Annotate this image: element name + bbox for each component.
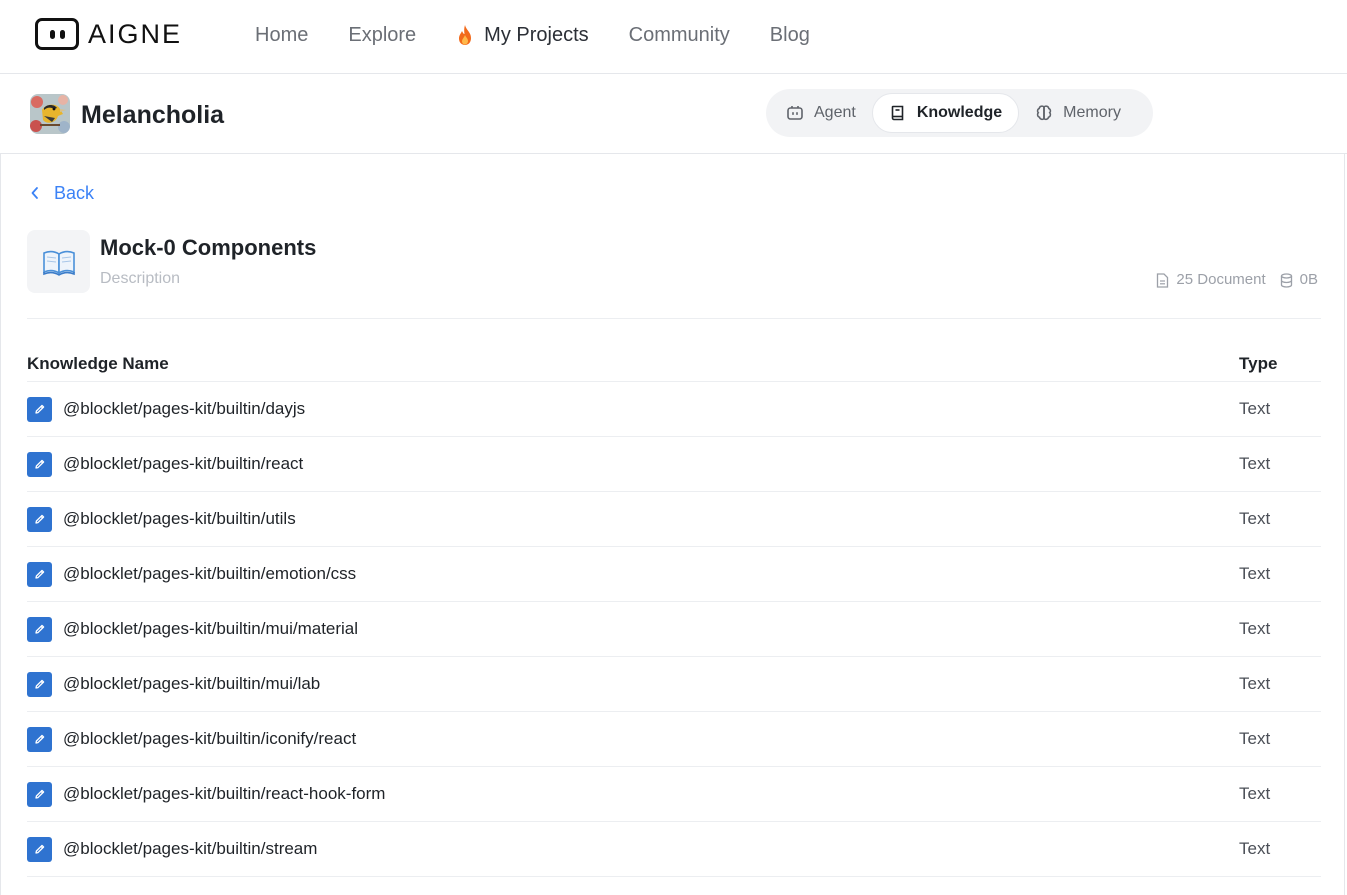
knowledge-name: @blocklet/pages-kit/builtin/utils <box>63 509 296 528</box>
table-row[interactable]: @blocklet/pages-kit/builtin/emotion/css T… <box>27 547 1321 602</box>
edit-icon[interactable] <box>27 451 52 477</box>
nav-home[interactable]: Home <box>255 21 308 49</box>
database-icon <box>1280 272 1292 288</box>
chevron-left-icon <box>31 187 38 199</box>
aigne-logo[interactable]: AIGNE <box>35 18 182 50</box>
table-row[interactable]: @blocklet/pages-kit/builtin/stream Text <box>27 822 1321 877</box>
knowledge-type: Text <box>1239 784 1271 803</box>
knowledge-table: Knowledge Name Type @blocklet/pages-kit/… <box>27 346 1321 877</box>
knowledge-type: Text <box>1239 399 1271 418</box>
tab-memory-label: Memory <box>1063 104 1121 121</box>
knowledge-name: @blocklet/pages-kit/builtin/mui/lab <box>63 674 321 693</box>
tab-agent-label: Agent <box>814 104 856 121</box>
knowledge-name: @blocklet/pages-kit/builtin/react-hook-f… <box>63 784 386 803</box>
tab-knowledge-label: Knowledge <box>916 104 1003 121</box>
edit-icon[interactable] <box>27 506 52 532</box>
edit-icon[interactable] <box>27 781 52 807</box>
table-body: @blocklet/pages-kit/builtin/dayjs Text @bl… <box>27 382 1321 877</box>
table-row[interactable]: @blocklet/pages-kit/builtin/react-hook-f… <box>27 767 1321 822</box>
nav-blog[interactable]: Blog <box>770 21 810 49</box>
column-header-type: Type <box>1239 353 1278 373</box>
storage-size-label: 0B <box>1299 271 1318 288</box>
column-header-name: Knowledge Name <box>27 353 169 373</box>
table-row[interactable]: @blocklet/pages-kit/builtin/react Text <box>27 437 1321 492</box>
document-count-label: 25 Document <box>1176 271 1266 288</box>
edit-icon[interactable] <box>27 616 52 642</box>
brain-icon <box>1036 105 1052 121</box>
knowledge-stats: 25 Document 0B <box>1142 270 1318 290</box>
knowledge-name: @blocklet/pages-kit/builtin/mui/material <box>63 619 359 638</box>
divider <box>27 318 1321 319</box>
agent-icon <box>787 106 803 120</box>
knowledge-type: Text <box>1239 729 1271 748</box>
document-count: 25 Document <box>1156 270 1266 290</box>
flame-icon <box>459 25 472 45</box>
open-book-icon <box>27 230 90 293</box>
edit-icon[interactable] <box>27 561 52 587</box>
knowledge-name: @blocklet/pages-kit/builtin/dayjs <box>63 399 306 418</box>
table-row[interactable]: @blocklet/pages-kit/builtin/iconify/reac… <box>27 712 1321 767</box>
table-row[interactable]: @blocklet/pages-kit/builtin/mui/material… <box>27 602 1321 657</box>
edit-icon[interactable] <box>27 396 52 422</box>
document-icon <box>1157 272 1169 288</box>
knowledge-title: Mock-0 Components <box>100 235 317 260</box>
nav-my-projects[interactable]: My Projects <box>456 21 589 49</box>
tab-knowledge[interactable]: Knowledge <box>871 93 1020 133</box>
storage-size: 0B <box>1280 270 1318 290</box>
table-row[interactable]: @blocklet/pages-kit/builtin/dayjs Text <box>27 382 1321 437</box>
project-header: Melancholia Agent Knowledge Memory <box>0 75 1347 154</box>
logo-text: AIGNE <box>88 19 183 49</box>
knowledge-type: Text <box>1239 564 1271 583</box>
knowledge-type: Text <box>1239 454 1271 473</box>
main-nav: Home Explore My Projects Community Blog <box>255 21 850 49</box>
knowledge-type: Text <box>1239 509 1271 528</box>
nav-community[interactable]: Community <box>629 21 730 49</box>
logo-mark-icon <box>35 18 79 50</box>
knowledge-type: Text <box>1239 674 1271 693</box>
back-label: Back <box>54 183 95 203</box>
project-section-tabs: Agent Knowledge Memory <box>766 89 1153 137</box>
table-row[interactable]: @blocklet/pages-kit/builtin/mui/lab Text <box>27 657 1321 712</box>
knowledge-type: Text <box>1239 839 1271 858</box>
edit-icon[interactable] <box>27 836 52 862</box>
knowledge-name: @blocklet/pages-kit/builtin/react <box>63 454 304 473</box>
back-link[interactable]: Back <box>30 181 94 205</box>
knowledge-name: @blocklet/pages-kit/builtin/iconify/reac… <box>63 729 357 748</box>
knowledge-name: @blocklet/pages-kit/builtin/emotion/css <box>63 564 357 583</box>
knowledge-name: @blocklet/pages-kit/builtin/stream <box>63 839 318 858</box>
tab-memory[interactable]: Memory <box>1019 93 1137 133</box>
nav-my-projects-label: My Projects <box>484 24 589 46</box>
project-avatar <box>30 94 70 134</box>
table-row[interactable]: @blocklet/pages-kit/builtin/utils Text <box>27 492 1321 547</box>
knowledge-detail: Back Mock-0 Components Description 25 Do… <box>0 154 1345 895</box>
table-header: Knowledge Name Type <box>27 346 1321 382</box>
knowledge-type: Text <box>1239 619 1271 638</box>
nav-explore[interactable]: Explore <box>348 21 416 49</box>
project-name: Melancholia <box>81 101 225 129</box>
edit-icon[interactable] <box>27 671 52 697</box>
knowledge-description[interactable]: Description <box>100 268 180 290</box>
tab-agent[interactable]: Agent <box>770 93 872 133</box>
top-navigation: AIGNE Home Explore My Projects Community… <box>0 0 1347 74</box>
edit-icon[interactable] <box>27 726 52 752</box>
book-icon <box>891 105 904 121</box>
